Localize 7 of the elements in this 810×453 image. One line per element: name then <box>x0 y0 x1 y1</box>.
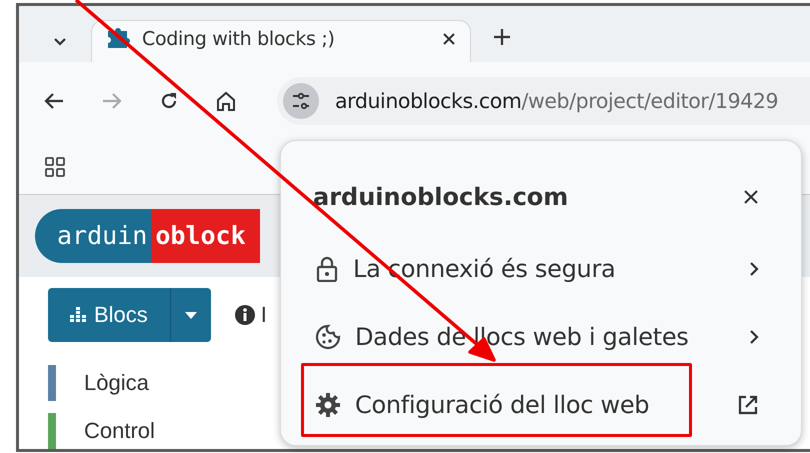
logo-text: oblock <box>151 209 260 263</box>
menu-item-label: Configuració del lloc web <box>355 391 650 419</box>
logo-text: arduin <box>35 209 152 263</box>
popup-title: arduinoblocks.com <box>313 183 568 211</box>
url-text: arduinoblocks.com/web/project/editor/19429 <box>335 88 778 113</box>
menu-item-label: La connexió és segura <box>353 255 616 283</box>
tab-title: Coding with blocks ;) <box>142 28 336 50</box>
